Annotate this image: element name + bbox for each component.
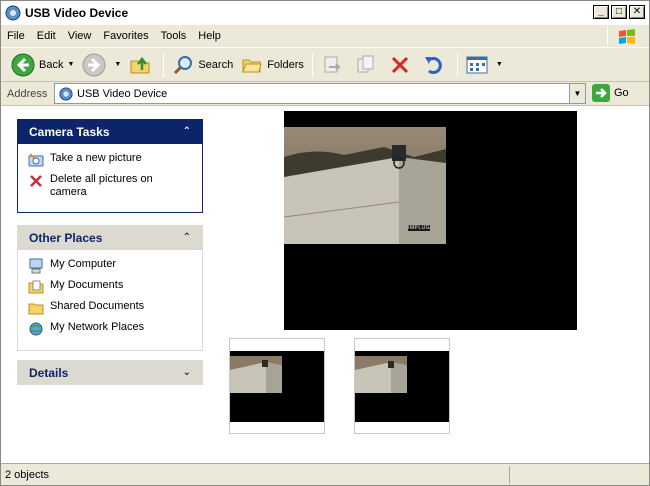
folders-icon — [242, 59, 262, 72]
toolbar-separator — [311, 52, 313, 77]
other-places-body: My Computer My Documents Shared Document… — [17, 250, 203, 351]
thumbnail-image — [355, 351, 449, 422]
camera-preview: IMPLUG — [284, 111, 577, 330]
preview-watermark: IMPLUG — [408, 225, 431, 231]
move-to-icon — [324, 56, 341, 72]
close-button[interactable]: ✕ — [629, 5, 645, 19]
thumbnail-image — [230, 351, 324, 422]
forward-dropdown-icon[interactable]: ▼ — [114, 61, 121, 68]
search-icon — [174, 55, 193, 74]
copy-to-icon — [357, 55, 374, 72]
shared-documents-icon — [28, 303, 44, 315]
toolbar-separator — [163, 52, 165, 77]
menu-edit[interactable]: Edit — [31, 30, 62, 42]
collapse-chevron-icon[interactable]: ⌃ — [183, 126, 191, 137]
other-places-title: Other Places — [29, 230, 103, 245]
other-places-header[interactable]: Other Places ⌃ — [17, 225, 203, 250]
address-bar: Address USB Video Device ▼ Go — [1, 82, 649, 106]
folders-button[interactable]: Folders — [237, 51, 308, 79]
copy-to-button[interactable] — [351, 51, 385, 79]
my-computer-label: My Computer — [50, 258, 117, 270]
toolbar-separator — [456, 52, 458, 77]
forward-button[interactable]: ▼ — [78, 51, 125, 79]
place-my-documents[interactable]: My Documents — [28, 279, 192, 295]
status-text: 2 objects — [5, 468, 50, 481]
camera-icon — [5, 5, 21, 21]
place-shared-documents[interactable]: Shared Documents — [28, 300, 192, 316]
go-label: Go — [614, 87, 629, 99]
undo-icon — [424, 56, 442, 74]
explorer-window: USB Video Device _ □ ✕ File Edit View Fa… — [0, 0, 650, 486]
status-bar: 2 objects — [1, 463, 649, 485]
go-arrow-icon — [592, 84, 610, 102]
forward-arrow-icon — [82, 53, 106, 76]
other-places-pane: Other Places ⌃ My Computer My Documents … — [17, 225, 203, 351]
search-label: Search — [198, 58, 234, 71]
back-dropdown-icon[interactable]: ▼ — [67, 61, 74, 68]
move-to-button[interactable] — [317, 51, 351, 79]
delete-x-icon — [30, 175, 42, 187]
search-button[interactable]: Search — [168, 51, 237, 79]
back-label: Back — [39, 58, 64, 71]
delete-button[interactable] — [385, 51, 419, 79]
collapse-chevron-icon[interactable]: ⌃ — [183, 232, 191, 243]
windows-logo-icon — [607, 26, 645, 48]
task-take-new-picture[interactable]: Take a new picture — [28, 152, 192, 168]
camera-tasks-header[interactable]: Camera Tasks ⌃ — [17, 119, 203, 144]
menu-file[interactable]: File — [1, 30, 31, 42]
views-button[interactable]: ▼ — [462, 51, 507, 79]
network-places-icon — [29, 322, 43, 336]
menu-help[interactable]: Help — [192, 30, 227, 42]
content-area: Camera Tasks ⌃ Take a new picture Delete… — [1, 107, 649, 463]
back-button[interactable]: Back ▼ — [7, 51, 78, 79]
delete-x-icon — [391, 56, 408, 73]
title-bar[interactable]: USB Video Device _ □ ✕ — [1, 1, 649, 25]
maximize-button[interactable]: □ — [611, 5, 627, 19]
menu-tools[interactable]: Tools — [155, 30, 193, 42]
my-documents-label: My Documents — [50, 279, 124, 291]
menu-view[interactable]: View — [62, 30, 98, 42]
camera-tasks-title: Camera Tasks — [29, 124, 110, 139]
photo-thumbnail[interactable] — [354, 338, 450, 434]
camera-tasks-pane: Camera Tasks ⌃ Take a new picture Delete… — [17, 119, 203, 213]
camera-icon — [59, 86, 73, 101]
place-my-network-places[interactable]: My Network Places — [28, 321, 192, 337]
camera-tasks-body: Take a new picture Delete all pictures o… — [17, 144, 203, 213]
status-segment — [509, 466, 649, 484]
my-computer-icon — [29, 258, 43, 274]
menu-favorites[interactable]: Favorites — [97, 30, 154, 42]
toolbar: Back ▼ ▼ Search Folders ▼ — [1, 48, 649, 82]
up-folder-icon — [130, 56, 150, 73]
address-input[interactable]: USB Video Device ▼ — [54, 83, 586, 104]
photo-thumbnail[interactable] — [229, 338, 325, 434]
details-pane: Details ⌄ — [17, 360, 203, 385]
task-delete-all-pictures[interactable]: Delete all pictures on camera — [28, 173, 192, 199]
place-my-computer[interactable]: My Computer — [28, 258, 192, 274]
delete-all-label: Delete all pictures on camera — [50, 173, 153, 198]
folders-label: Folders — [267, 58, 304, 71]
minimize-button[interactable]: _ — [593, 5, 609, 19]
take-picture-label: Take a new picture — [50, 152, 142, 164]
shared-documents-label: Shared Documents — [50, 300, 145, 312]
address-value: USB Video Device — [77, 87, 168, 100]
undo-button[interactable] — [419, 51, 453, 79]
menu-bar: File Edit View Favorites Tools Help — [1, 25, 649, 48]
expand-chevron-icon[interactable]: ⌄ — [183, 367, 191, 378]
details-header[interactable]: Details ⌄ — [17, 360, 203, 385]
views-dropdown-icon[interactable]: ▼ — [496, 61, 503, 68]
details-title: Details — [29, 365, 69, 380]
window-title: USB Video Device — [25, 6, 129, 20]
address-label: Address — [7, 87, 48, 100]
views-icon — [466, 56, 488, 73]
my-documents-icon — [28, 280, 44, 294]
address-dropdown-icon[interactable]: ▼ — [569, 84, 585, 103]
up-folder-button[interactable] — [125, 51, 159, 79]
back-arrow-icon — [11, 53, 35, 76]
network-places-label: My Network Places — [50, 321, 145, 333]
go-button[interactable]: Go — [592, 84, 629, 102]
take-picture-icon — [28, 153, 44, 167]
